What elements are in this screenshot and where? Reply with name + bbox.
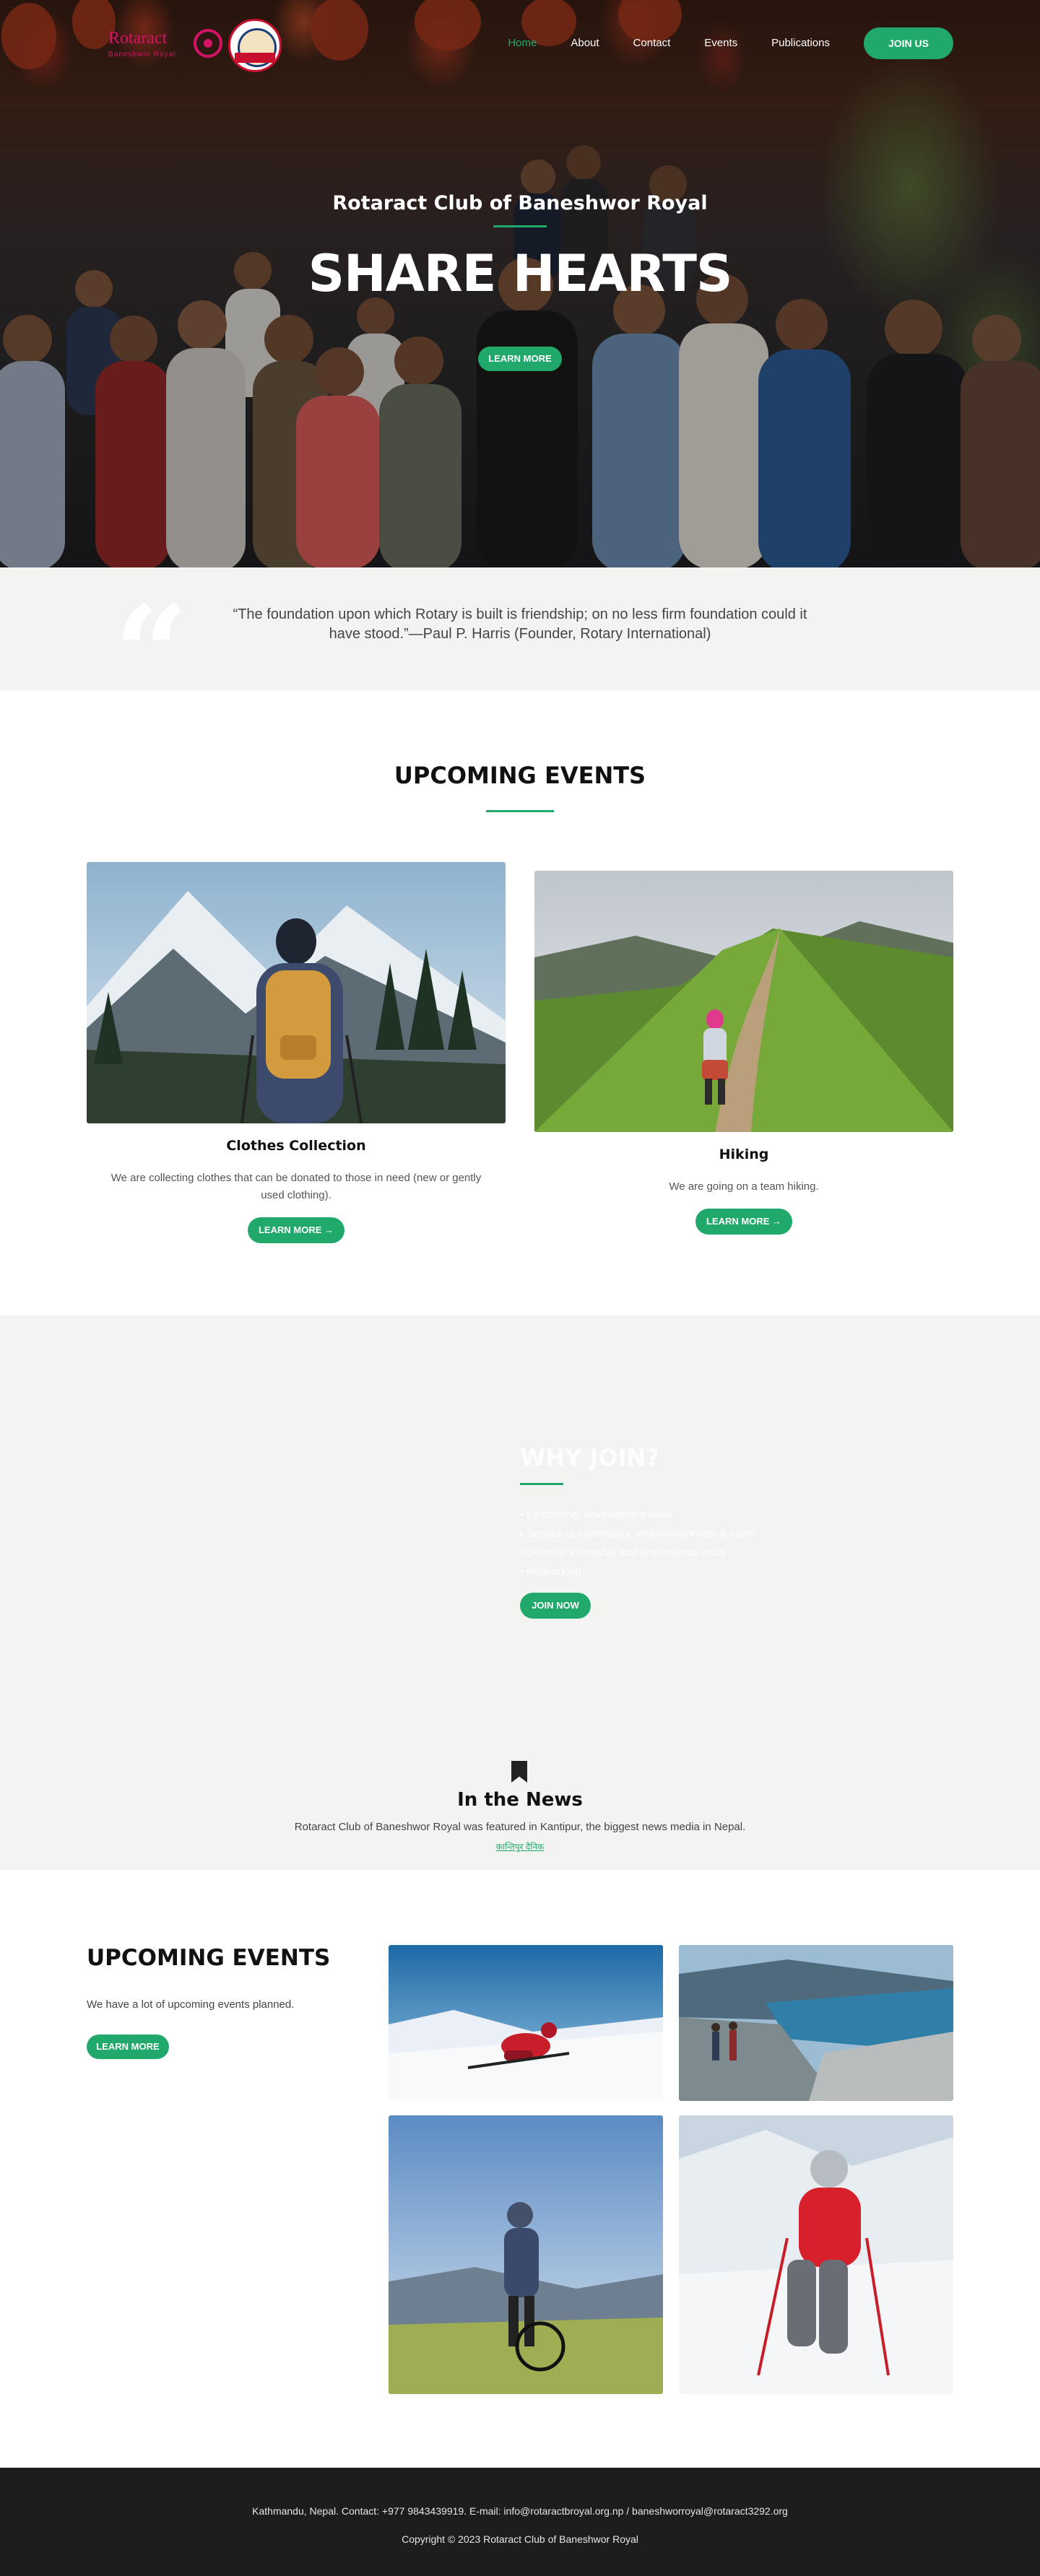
events-divider xyxy=(486,810,554,812)
list-item: • Service to community, and environment … xyxy=(520,1528,755,1540)
skiing-photo xyxy=(389,1945,663,2101)
bookmark-icon xyxy=(511,1761,527,1783)
event-card-clothes: Clothes Collection We are collecting clo… xyxy=(87,862,506,1243)
button-label: LEARN MORE xyxy=(258,1224,322,1235)
rotaract-logo[interactable]: Rotaract Baneshwor Royal xyxy=(108,25,224,61)
hero-learn-more-button[interactable]: LEARN MORE xyxy=(478,347,562,371)
list-item: • Networking xyxy=(520,1565,581,1578)
news-title: In the News xyxy=(457,1789,583,1811)
events-section-title: UPCOMING EVENTS xyxy=(394,762,646,789)
hero-subtitle: Rotaract Club of Baneshwor Royal xyxy=(332,192,708,214)
footer-copyright: Copyright © 2023 Rotaract Club of Banesh… xyxy=(402,2533,638,2545)
hero-divider xyxy=(493,225,547,227)
arrow-right-icon: → xyxy=(772,1216,781,1227)
list-item: • Develop friendship and professional sk… xyxy=(520,1546,726,1559)
why-join-section: WHY JOIN? • Leadership development skill… xyxy=(0,1315,1040,1870)
nav-item-publications[interactable]: Publications xyxy=(771,27,830,59)
top-navigation: Rotaract Baneshwor Royal Home About Cont… xyxy=(87,19,953,72)
footer-contact: Kathmandu, Nepal. Contact: +977 98434399… xyxy=(252,2505,788,2517)
nav-item-events[interactable]: Events xyxy=(704,27,737,59)
nav-item-home[interactable]: Home xyxy=(508,27,537,59)
site-footer: Kathmandu, Nepal. Contact: +977 98434399… xyxy=(0,2468,1040,2576)
why-join-title: WHY JOIN? xyxy=(520,1444,659,1471)
event-image-clothes[interactable] xyxy=(87,862,506,1123)
why-join-list: • Leadership development skills • Servic… xyxy=(520,1506,754,1581)
fjord-hikers-photo xyxy=(679,1945,953,2101)
logo-text: Rotaract xyxy=(108,29,168,48)
arrow-right-icon: → xyxy=(324,1224,334,1235)
nav-menu: Home About Contact Events Publications J… xyxy=(508,27,953,59)
logo-subtext: Baneshwor Royal xyxy=(108,51,176,58)
upcoming-events-text: We have a lot of upcoming events planned… xyxy=(87,1998,295,2011)
why-join-divider xyxy=(520,1483,563,1485)
nav-item-contact[interactable]: Contact xyxy=(633,27,671,59)
upcoming-events-title: UPCOMING EVENTS xyxy=(87,1945,331,1971)
event-card-hiking: Hiking We are going on a team hiking. LE… xyxy=(534,871,953,1235)
clothes-learn-more-button[interactable]: LEARN MORE → xyxy=(248,1217,344,1243)
kantipur-news-link[interactable]: कान्तिपुर दैनिक xyxy=(438,1840,602,1852)
list-item: • Leadership development skills xyxy=(520,1509,672,1521)
mountain-biker-photo xyxy=(389,2115,663,2394)
skier-red-jacket-photo xyxy=(679,2115,953,2394)
join-now-button[interactable]: JOIN NOW xyxy=(520,1593,591,1619)
event-title: Hiking xyxy=(719,1146,769,1162)
event-title: Clothes Collection xyxy=(226,1138,366,1154)
club-seal-logo xyxy=(228,19,282,72)
hero-title: SHARE HEARTS xyxy=(308,244,733,303)
quote-text: “The foundation upon which Rotary is bui… xyxy=(233,606,807,642)
rotary-wheel-icon xyxy=(194,29,222,58)
hero-section: Rotaract Baneshwor Royal Home About Cont… xyxy=(0,0,1040,567)
news-text: Rotaract Club of Baneshwor Royal was fea… xyxy=(294,1821,746,1833)
event-image-hiking[interactable] xyxy=(534,871,953,1132)
upcoming-learn-more-button[interactable]: LEARN MORE xyxy=(87,2035,169,2059)
button-label: LEARN MORE xyxy=(706,1216,770,1227)
event-description: We are going on a team hiking. xyxy=(669,1180,819,1193)
event-description: We are collecting clothes that can be do… xyxy=(110,1172,482,1201)
quote-icon: “ xyxy=(114,578,189,730)
nav-item-about[interactable]: About xyxy=(571,27,599,59)
quote-section: “ “The foundation upon which Rotary is b… xyxy=(0,567,1040,719)
join-us-button[interactable]: JOIN US xyxy=(864,27,953,59)
hiking-learn-more-button[interactable]: LEARN MORE → xyxy=(696,1209,792,1235)
